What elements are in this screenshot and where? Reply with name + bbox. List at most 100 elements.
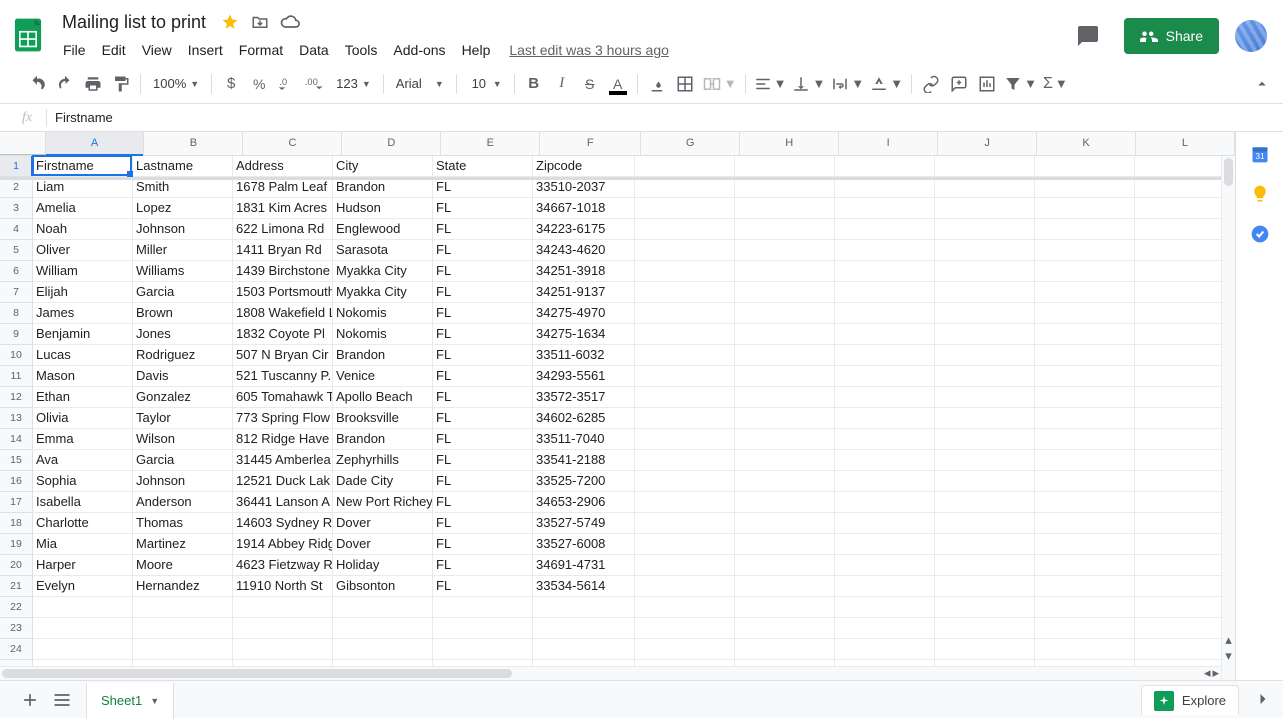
- cell[interactable]: Johnson: [133, 219, 233, 240]
- text-color-button[interactable]: A: [605, 71, 631, 97]
- cell[interactable]: Thomas: [133, 513, 233, 534]
- cell[interactable]: Garcia: [133, 450, 233, 471]
- cell[interactable]: [735, 261, 835, 282]
- cell[interactable]: [1135, 156, 1235, 177]
- cell[interactable]: Amelia: [33, 198, 133, 219]
- cell[interactable]: FL: [433, 450, 533, 471]
- cell[interactable]: 34251-9137: [533, 282, 635, 303]
- cell[interactable]: Harper: [33, 555, 133, 576]
- row-header-15[interactable]: 15: [0, 450, 33, 471]
- cell[interactable]: 14603 Sydney R: [233, 513, 333, 534]
- cell[interactable]: Elijah: [33, 282, 133, 303]
- cell[interactable]: [935, 576, 1035, 597]
- cell[interactable]: 1411 Bryan Rd: [233, 240, 333, 261]
- cell[interactable]: [1135, 639, 1235, 660]
- cell[interactable]: [635, 597, 735, 618]
- cell[interactable]: [1135, 303, 1235, 324]
- account-avatar[interactable]: [1235, 20, 1267, 52]
- cell[interactable]: [1035, 513, 1135, 534]
- calendar-icon[interactable]: 31: [1250, 144, 1270, 164]
- col-header-D[interactable]: D: [342, 132, 441, 155]
- cell[interactable]: [1035, 639, 1135, 660]
- cell[interactable]: Dover: [333, 534, 433, 555]
- cell[interactable]: Mia: [33, 534, 133, 555]
- col-header-F[interactable]: F: [540, 132, 641, 155]
- cell[interactable]: Nokomis: [333, 324, 433, 345]
- cell[interactable]: [635, 303, 735, 324]
- cell[interactable]: 33511-7040: [533, 429, 635, 450]
- cell[interactable]: 812 Ridge Have: [233, 429, 333, 450]
- cell[interactable]: 773 Spring Flow: [233, 408, 333, 429]
- menu-tools[interactable]: Tools: [338, 38, 385, 62]
- cell[interactable]: [735, 219, 835, 240]
- insert-comment-button[interactable]: [946, 71, 972, 97]
- cell[interactable]: [835, 198, 935, 219]
- row-header-17[interactable]: 17: [0, 492, 33, 513]
- cell[interactable]: [635, 366, 735, 387]
- cell[interactable]: Hernandez: [133, 576, 233, 597]
- row-header-9[interactable]: 9: [0, 324, 33, 345]
- cell[interactable]: [333, 618, 433, 639]
- cell[interactable]: [333, 639, 433, 660]
- cell[interactable]: 1503 Portsmouth: [233, 282, 333, 303]
- cell[interactable]: FL: [433, 177, 533, 198]
- cell[interactable]: Olivia: [33, 408, 133, 429]
- cell[interactable]: 11910 North St: [233, 576, 333, 597]
- more-formats-dropdown[interactable]: 123▼: [330, 71, 377, 97]
- cell[interactable]: [935, 240, 1035, 261]
- cell[interactable]: [935, 639, 1035, 660]
- cell[interactable]: 33541-2188: [533, 450, 635, 471]
- sheets-logo[interactable]: [8, 15, 48, 55]
- col-header-C[interactable]: C: [243, 132, 342, 155]
- formula-input[interactable]: [55, 110, 1283, 125]
- row-header-10[interactable]: 10: [0, 345, 33, 366]
- cell[interactable]: Gonzalez: [133, 387, 233, 408]
- row-header-6[interactable]: 6: [0, 261, 33, 282]
- row-header-12[interactable]: 12: [0, 387, 33, 408]
- cell[interactable]: [635, 345, 735, 366]
- cell[interactable]: [935, 282, 1035, 303]
- cell[interactable]: [1035, 450, 1135, 471]
- cell[interactable]: 34602-6285: [533, 408, 635, 429]
- cell[interactable]: [735, 639, 835, 660]
- sheet-tab-active[interactable]: Sheet1▼: [86, 683, 174, 719]
- cell[interactable]: [1135, 324, 1235, 345]
- cell[interactable]: 521 Tuscanny P.: [233, 366, 333, 387]
- cell[interactable]: [835, 555, 935, 576]
- cell[interactable]: Holiday: [333, 555, 433, 576]
- cell[interactable]: [735, 303, 835, 324]
- cell[interactable]: Miller: [133, 240, 233, 261]
- cell[interactable]: [1035, 366, 1135, 387]
- cell[interactable]: FL: [433, 219, 533, 240]
- select-all-corner[interactable]: [0, 132, 46, 155]
- cell[interactable]: [133, 597, 233, 618]
- cell[interactable]: Evelyn: [33, 576, 133, 597]
- fill-color-button[interactable]: [644, 71, 670, 97]
- row-header-3[interactable]: 3: [0, 198, 33, 219]
- cell[interactable]: 507 N Bryan Cir: [233, 345, 333, 366]
- cell[interactable]: [1035, 387, 1135, 408]
- cell[interactable]: [635, 576, 735, 597]
- cell[interactable]: [635, 513, 735, 534]
- cell[interactable]: [935, 303, 1035, 324]
- row-header-19[interactable]: 19: [0, 534, 33, 555]
- row-header-24[interactable]: 24: [0, 639, 33, 660]
- cell[interactable]: Zephyrhills: [333, 450, 433, 471]
- doc-title[interactable]: Mailing list to print: [56, 10, 212, 35]
- cell[interactable]: 31445 Amberlea: [233, 450, 333, 471]
- cell[interactable]: [635, 282, 735, 303]
- print-button[interactable]: [80, 71, 106, 97]
- row-header-2[interactable]: 2: [0, 177, 33, 198]
- merge-cells-button[interactable]: ▼: [700, 71, 739, 97]
- cell[interactable]: [735, 198, 835, 219]
- cell[interactable]: Zipcode: [533, 156, 635, 177]
- cell[interactable]: [935, 324, 1035, 345]
- cell[interactable]: [835, 345, 935, 366]
- cell[interactable]: [1035, 429, 1135, 450]
- cell[interactable]: 33525-7200: [533, 471, 635, 492]
- cell[interactable]: [533, 618, 635, 639]
- star-icon[interactable]: [220, 12, 240, 32]
- cell[interactable]: [635, 240, 735, 261]
- cell[interactable]: [935, 156, 1035, 177]
- cell[interactable]: [1035, 282, 1135, 303]
